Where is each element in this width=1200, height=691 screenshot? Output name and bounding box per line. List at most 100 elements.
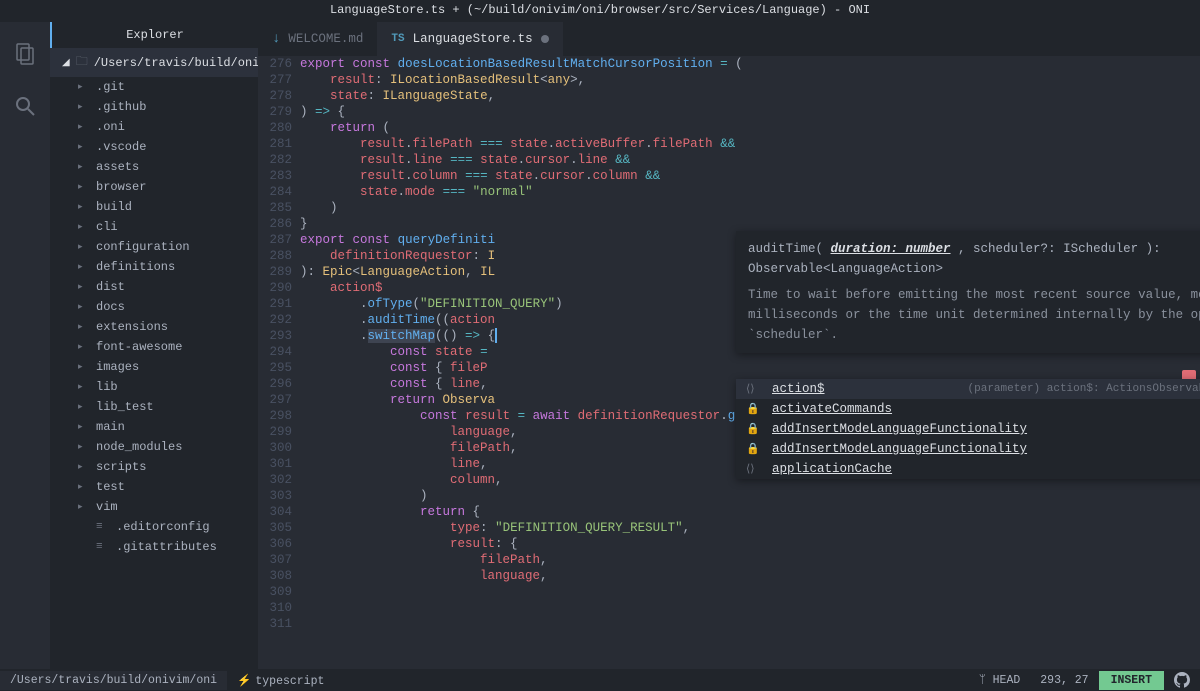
tree-item-cli[interactable]: ▸ cli (50, 217, 258, 237)
tree-item-definitions[interactable]: ▸ definitions (50, 257, 258, 277)
tree-item-lib_test[interactable]: ▸ lib_test (50, 397, 258, 417)
tree-item-label: .github (96, 100, 146, 114)
search-icon[interactable] (13, 94, 37, 118)
suggest-kind-icon: ⟨⟩ (746, 382, 760, 396)
line-numbers: 2762772782792802812822832842852862872882… (258, 56, 300, 669)
explorer-title: Explorer (50, 22, 258, 48)
suggest-label: action$ (772, 382, 825, 396)
suggest-item[interactable]: ⟨⟩applicationCache (736, 459, 1200, 479)
tree-item-label: lib (96, 380, 118, 394)
tree-item-assets[interactable]: ▸ assets (50, 157, 258, 177)
tree-item-main[interactable]: ▸main (50, 417, 258, 437)
code-line: result: ILocationBasedResult<any>, (300, 72, 1200, 88)
tree-item-configuration[interactable]: ▸configuration (50, 237, 258, 257)
code-line: const { fileP (300, 360, 1200, 376)
file-tree: ▸.git▸.github▸.oni▸.vscode▸assets▸browse… (50, 77, 258, 669)
status-cwd[interactable]: /Users/travis/build/onivim/oni (0, 671, 227, 690)
code-line: ) => { (300, 104, 1200, 120)
tree-root[interactable]: ◢ 🗀 /Users/travis/build/onivi... (50, 48, 258, 77)
tree-item--oni[interactable]: ▸.oni (50, 117, 258, 137)
signature-help: auditTime( duration: number , scheduler?… (736, 231, 1200, 353)
code-line: state.mode === "normal" (300, 184, 1200, 200)
suggest-kind-icon: 🔒 (746, 402, 760, 416)
markdown-icon: ↓ (272, 31, 280, 47)
tree-item-extensions[interactable]: ▸ extensions (50, 317, 258, 337)
status-mode: INSERT (1099, 671, 1164, 690)
chevron-right-icon: ▸ (78, 142, 86, 152)
tree-item--github[interactable]: ▸.github (50, 97, 258, 117)
status-branch[interactable]: ᛘ HEAD (969, 674, 1030, 687)
chevron-right-icon: ▸ (78, 462, 86, 472)
bolt-icon: ⚡ (237, 675, 251, 688)
chevron-right-icon: ▸ (78, 402, 86, 412)
tree-item-browser[interactable]: ▸ browser (50, 177, 258, 197)
code-line: state: ILanguageState, (300, 88, 1200, 104)
tree-item-label: .editorconfig (116, 520, 210, 534)
code-line: return ( (300, 120, 1200, 136)
tree-item-label: cli (96, 220, 118, 234)
tree-item--vscode[interactable]: ▸.vscode (50, 137, 258, 157)
chevron-right-icon: ▸ (78, 262, 86, 272)
chevron-right-icon: ▸ (78, 442, 86, 452)
suggest-kind-icon: ⟨⟩ (746, 462, 760, 476)
status-position[interactable]: 293, 27 (1030, 674, 1098, 687)
github-icon[interactable] (1164, 672, 1200, 688)
suggest-label: addInsertModeLanguageFunctionality (772, 442, 1027, 456)
branch-icon: ᛘ (979, 674, 993, 687)
tree-item-label: definitions (96, 260, 175, 274)
chevron-right-icon: ▸ (78, 482, 86, 492)
editor-content[interactable]: export const doesLocationBasedResultMatc… (300, 56, 1200, 669)
editor-tabs: ↓ WELCOME.md TSLanguageStore.ts (258, 22, 1200, 56)
tree-item-dist[interactable]: ▸dist (50, 277, 258, 297)
tree-item-build[interactable]: ▸build (50, 197, 258, 217)
chevron-down-icon: ◢ (62, 57, 70, 69)
tab-label: LanguageStore.ts (413, 32, 533, 46)
chevron-right-icon: ▸ (78, 82, 86, 92)
tree-item-test[interactable]: ▸test (50, 477, 258, 497)
chevron-right-icon: ▸ (78, 182, 86, 192)
tab-LanguageStore-ts[interactable]: TSLanguageStore.ts (377, 22, 562, 56)
tree-item--gitattributes[interactable]: ▸≡.gitattributes (50, 537, 258, 557)
chevron-right-icon: ▸ (78, 422, 86, 432)
tree-item-label: .gitattributes (116, 540, 217, 554)
chevron-right-icon: ▸ (78, 222, 86, 232)
tree-item--editorconfig[interactable]: ▸≡.editorconfig (50, 517, 258, 537)
tree-item-label: browser (96, 180, 146, 194)
dirty-indicator (541, 35, 549, 43)
suggest-item[interactable]: ⟨⟩action$(parameter) action$: ActionsObs… (736, 379, 1200, 399)
code-line: result: { (300, 536, 1200, 552)
chevron-right-icon: ▸ (78, 322, 86, 332)
tree-item-label: lib_test (96, 400, 154, 414)
tree-item-vim[interactable]: ▸vim (50, 497, 258, 517)
code-line: ) (300, 200, 1200, 216)
files-icon[interactable] (13, 42, 37, 66)
code-line: } (300, 216, 1200, 232)
code-line: result.line === state.cursor.line && (300, 152, 1200, 168)
chevron-right-icon: ▸ (78, 302, 86, 312)
tree-item-label: .oni (96, 120, 125, 134)
tree-item-docs[interactable]: ▸docs (50, 297, 258, 317)
tree-item-font-awesome[interactable]: ▸font-awesome (50, 337, 258, 357)
suggest-widget[interactable]: ⟨⟩action$(parameter) action$: ActionsObs… (736, 379, 1200, 479)
tree-item-scripts[interactable]: ▸ scripts (50, 457, 258, 477)
tree-item-label: font-awesome (96, 340, 182, 354)
code-line: export const doesLocationBasedResultMatc… (300, 56, 1200, 72)
tree-item-label: extensions (96, 320, 168, 334)
tree-item-images[interactable]: ▸images (50, 357, 258, 377)
suggest-item[interactable]: 🔒addInsertModeLanguageFunctionality (736, 419, 1200, 439)
status-filetype[interactable]: ⚡typescript (227, 673, 334, 688)
tree-item-label: node_modules (96, 440, 182, 454)
file-icon: ≡ (96, 521, 110, 533)
tab-WELCOME-md[interactable]: ↓ WELCOME.md (258, 22, 377, 56)
suggest-item[interactable]: 🔒activateCommands (736, 399, 1200, 419)
tree-item-node_modules[interactable]: ▸ node_modules (50, 437, 258, 457)
suggest-kind-icon: 🔒 (746, 442, 760, 456)
tree-item-label: assets (96, 160, 139, 174)
tree-item-lib[interactable]: ▸lib (50, 377, 258, 397)
chevron-right-icon: ▸ (78, 162, 86, 172)
file-icon: ≡ (96, 541, 110, 553)
tab-label: WELCOME.md (288, 32, 363, 46)
suggest-item[interactable]: 🔒 addInsertModeLanguageFunctionality (736, 439, 1200, 459)
tree-item--git[interactable]: ▸.git (50, 77, 258, 97)
tree-item-label: scripts (96, 460, 146, 474)
